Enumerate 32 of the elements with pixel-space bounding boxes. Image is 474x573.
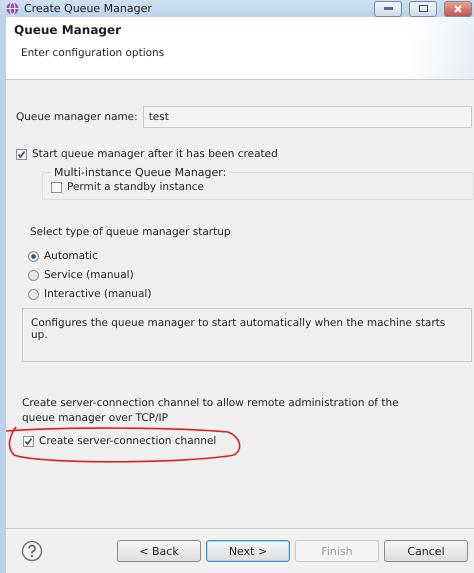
field-label: Queue manager name: bbox=[16, 111, 138, 123]
radio-button[interactable] bbox=[28, 250, 39, 262]
dialog-button[interactable]: < Back bbox=[117, 540, 201, 562]
page-subtitle: Enter configuration options bbox=[21, 47, 166, 59]
close-icon bbox=[454, 4, 462, 12]
maximize-icon bbox=[418, 5, 428, 12]
minimize-button[interactable] bbox=[374, 0, 402, 16]
checkbox[interactable] bbox=[16, 148, 27, 160]
group-title: Multi-instance Queue Manager: bbox=[53, 166, 228, 179]
dialog-button[interactable]: Cancel bbox=[384, 540, 468, 562]
checkbox-label: Permit a standby instance bbox=[67, 181, 204, 193]
minimize-icon bbox=[384, 6, 392, 10]
radio-label: Interactive (manual) bbox=[44, 288, 152, 300]
globe-icon bbox=[6, 2, 19, 15]
radio-button[interactable] bbox=[28, 270, 39, 280]
info-text: Create server-connection channel to allow remote administration of the queue manager over TCP/IP bbox=[22, 396, 400, 426]
section-label: Select type of queue manager startup bbox=[30, 226, 232, 238]
radio-button[interactable] bbox=[28, 288, 39, 300]
window-title: Create Queue Manager bbox=[24, 2, 153, 15]
help-icon[interactable] bbox=[21, 540, 43, 562]
dialog-button[interactable]: Next > bbox=[206, 540, 290, 562]
page-title: Queue Manager bbox=[14, 23, 122, 37]
checkbox[interactable] bbox=[51, 182, 62, 192]
name-field[interactable]: test bbox=[142, 106, 472, 128]
checkbox-label: Start queue manager after it has been created bbox=[32, 148, 278, 160]
close-button[interactable] bbox=[444, 0, 472, 16]
radio-label: Automatic bbox=[44, 250, 98, 262]
checkbox-label: Create server-connection channel bbox=[39, 435, 216, 447]
radio-label: Service (manual) bbox=[44, 269, 134, 281]
checkbox[interactable] bbox=[23, 436, 34, 446]
maximize-button[interactable] bbox=[409, 0, 437, 16]
description-text: Configures the queue manager to start automatically when the machine starts up. bbox=[31, 317, 446, 341]
